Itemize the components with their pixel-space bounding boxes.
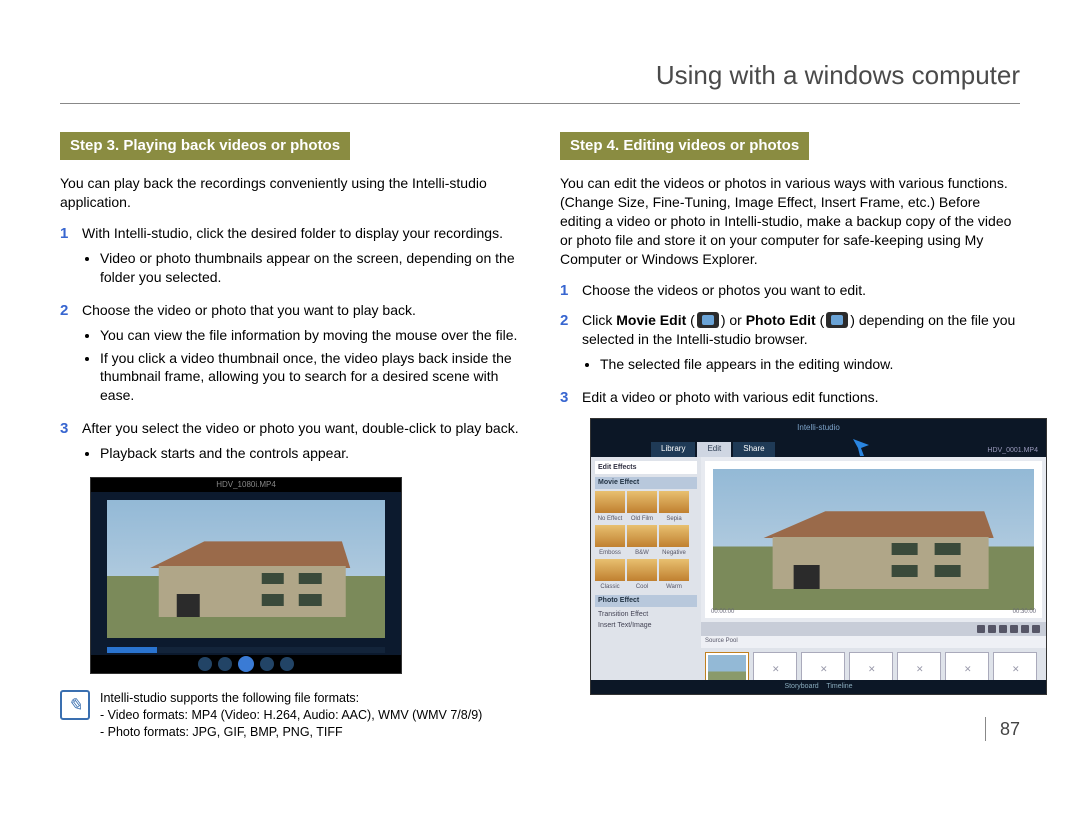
list-text: After you select the video or photo you … [82, 420, 519, 436]
tl-play-icon[interactable] [988, 625, 996, 633]
section-movie-effect[interactable]: Movie Effect [595, 477, 697, 488]
source-pool-label: Source Pool [701, 636, 1046, 648]
bullet: The selected file appears in the editing… [600, 355, 1020, 374]
step4-intro: You can edit the videos or photos in var… [560, 174, 1020, 268]
list-text: Choose the videos or photos you want to … [582, 282, 866, 298]
list-text: Click Movie Edit () or Photo Edit () dep… [582, 312, 1015, 347]
sidebar-row[interactable]: Transition Effect [595, 609, 697, 620]
list-number: 3 [60, 419, 72, 467]
effect-thumb[interactable] [627, 525, 657, 547]
open-filename: HDV_0001.MP4 [987, 446, 1038, 455]
cursor-icon [851, 437, 871, 457]
tl-zoomout-icon[interactable] [1021, 625, 1029, 633]
list-number: 1 [60, 224, 72, 291]
bullet: Playback starts and the controls appear. [100, 444, 520, 463]
editor-sidebar: Edit Effects Movie Effect No EffectOld F… [591, 457, 701, 694]
tab-share[interactable]: Share [733, 442, 774, 457]
sidebar-row[interactable]: Insert Text/Image [595, 620, 697, 631]
photo-edit-icon [826, 312, 848, 328]
prev-button[interactable] [198, 657, 212, 671]
tl-next-icon[interactable] [1010, 625, 1018, 633]
note-line: - Photo formats: JPG, GIF, BMP, PNG, TIF… [100, 724, 482, 741]
effect-thumb[interactable] [659, 559, 689, 581]
effect-thumb[interactable] [659, 525, 689, 547]
list-number: 2 [560, 311, 572, 378]
effect-thumb[interactable] [659, 491, 689, 513]
effect-thumb[interactable] [627, 559, 657, 581]
timeline-controls [701, 622, 1046, 636]
forward-button[interactable] [260, 657, 274, 671]
time-end: 00:30:00 [1013, 608, 1036, 616]
sidebar-title: Edit Effects [595, 461, 697, 474]
left-column: Step 3. Playing back videos or photos Yo… [60, 132, 520, 741]
effect-thumb[interactable] [595, 491, 625, 513]
editor-screenshot: Intelli-studio Library Edit Share HDV_00… [590, 418, 1047, 695]
list-text: Choose the video or photo that you want … [82, 302, 416, 318]
player-titlebar: HDV_1080i.MP4 [91, 478, 401, 492]
step3-intro: You can play back the recordings conveni… [60, 174, 520, 212]
bullet: Video or photo thumbnails appear on the … [100, 249, 520, 287]
bullet: You can view the file information by mov… [100, 326, 520, 345]
tl-stop-icon[interactable] [999, 625, 1007, 633]
note-line: Intelli-studio supports the following fi… [100, 690, 482, 707]
effect-thumb[interactable] [595, 559, 625, 581]
time-start: 00:00:00 [711, 608, 734, 616]
preview-pane: 00:00:00 00:30:00 [705, 461, 1042, 618]
next-button[interactable] [280, 657, 294, 671]
movie-edit-icon [697, 312, 719, 328]
list-number: 2 [60, 301, 72, 409]
effect-thumb[interactable] [595, 525, 625, 547]
step4-header: Step 4. Editing videos or photos [560, 132, 809, 160]
right-column: Step 4. Editing videos or photos You can… [560, 132, 1020, 741]
list-text: Edit a video or photo with various edit … [582, 389, 879, 405]
tab-library[interactable]: Library [651, 442, 695, 457]
list-number: 3 [560, 388, 572, 408]
note-icon: ✎ [60, 690, 90, 720]
scrub-bar[interactable] [107, 647, 385, 653]
tab-edit[interactable]: Edit [697, 442, 731, 457]
rewind-button[interactable] [218, 657, 232, 671]
footer-timeline[interactable]: Timeline [826, 683, 852, 690]
section-photo-effect[interactable]: Photo Effect [595, 595, 697, 606]
play-pause-button[interactable] [238, 656, 254, 672]
footer-storyboard[interactable]: Storyboard [784, 683, 818, 690]
tl-zoomin-icon[interactable] [1032, 625, 1040, 633]
editor-footer: Storyboard Timeline [591, 680, 1046, 694]
effect-thumb[interactable] [627, 491, 657, 513]
step3-header: Step 3. Playing back videos or photos [60, 132, 350, 160]
tl-prev-icon[interactable] [977, 625, 985, 633]
player-controls [91, 655, 401, 673]
note-box: ✎ Intelli-studio supports the following … [60, 690, 520, 741]
video-player-screenshot: HDV_1080i.MP4 [90, 477, 402, 674]
page-title: Using with a windows computer [60, 58, 1020, 104]
note-line: - Video formats: MP4 (Video: H.264, Audi… [100, 707, 482, 724]
list-number: 1 [560, 281, 572, 301]
bullet: If you click a video thumbnail once, the… [100, 349, 520, 406]
page-number: 87 [985, 717, 1020, 741]
list-text: With Intelli-studio, click the desired f… [82, 225, 503, 241]
app-logo: Intelli-studio [797, 423, 840, 434]
